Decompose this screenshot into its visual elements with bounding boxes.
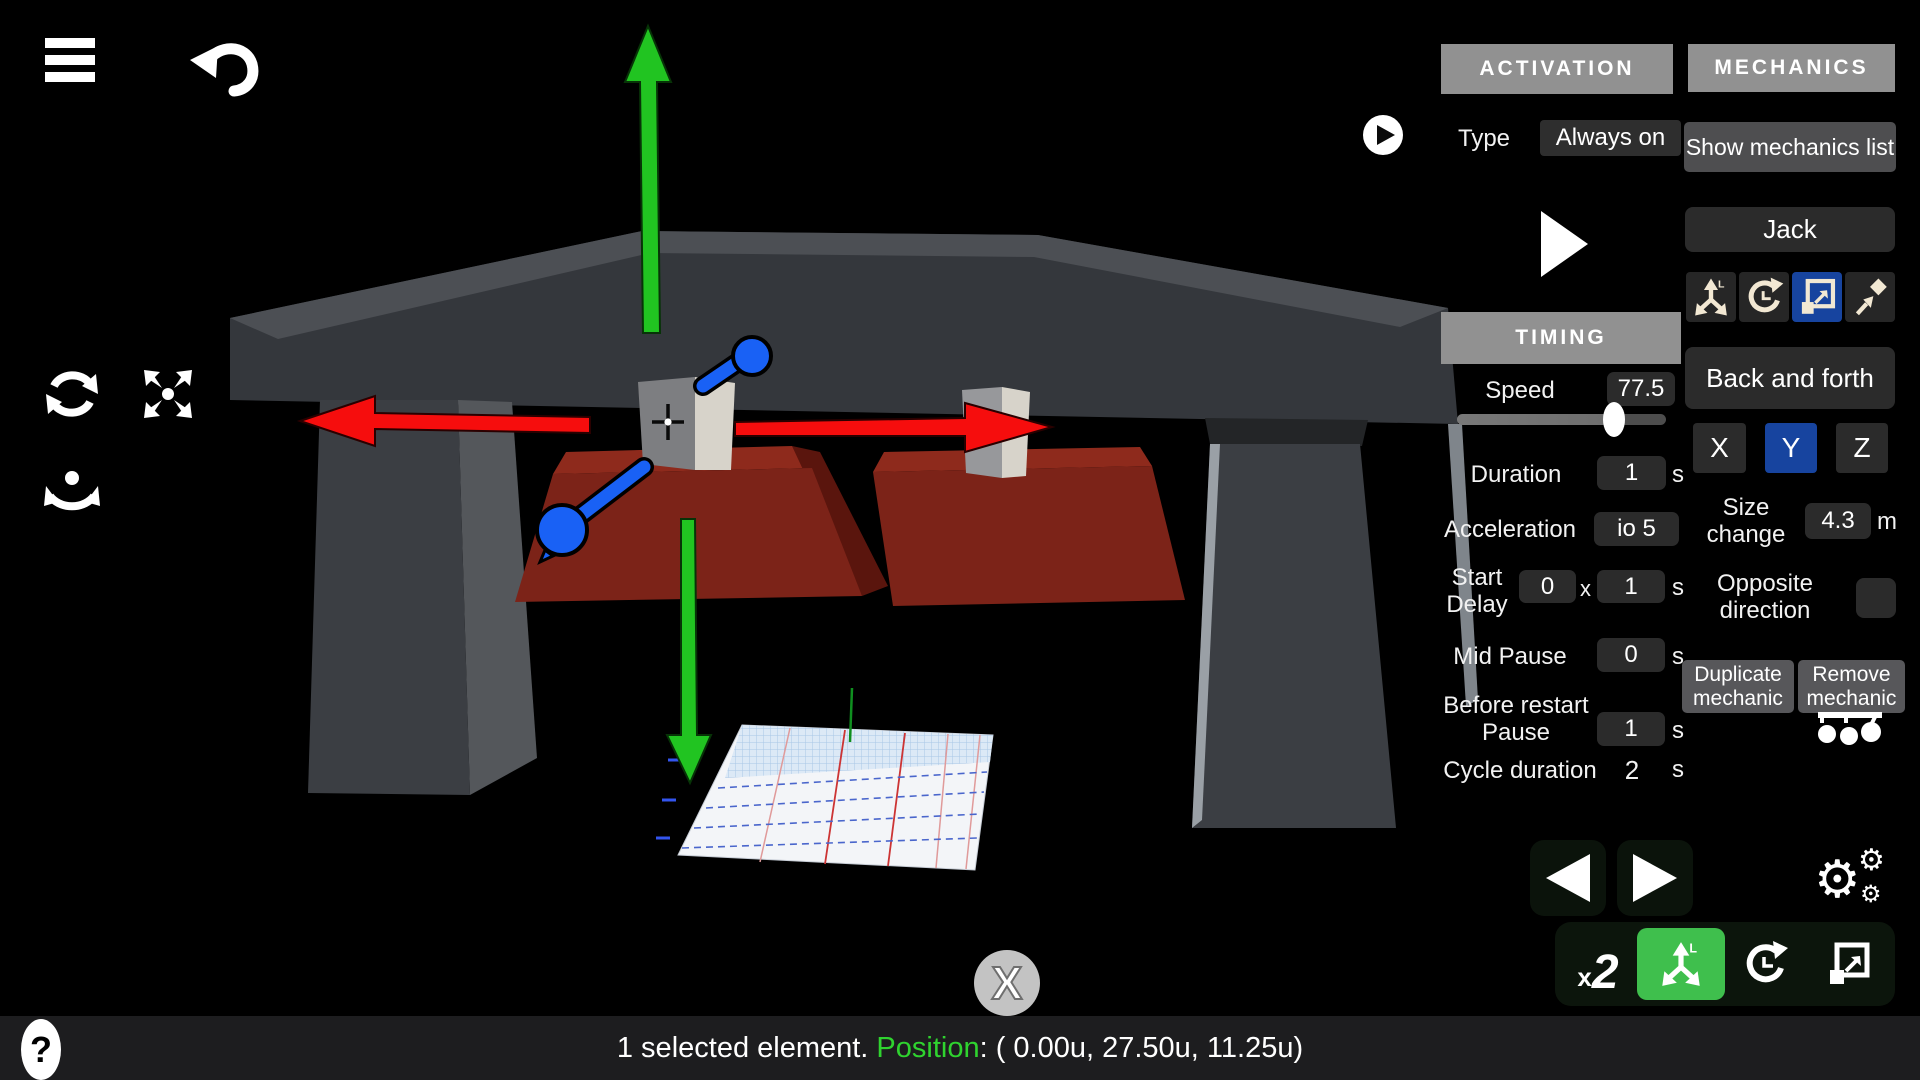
mid-pause-label: Mid Pause <box>1428 640 1592 672</box>
start-delay-times: x <box>1580 572 1591 605</box>
selection-count-text: 1 selected element. <box>617 1032 877 1065</box>
cycle-duration-value: 2 <box>1614 754 1650 786</box>
duration-value[interactable]: 1 <box>1597 456 1666 490</box>
acceleration-label: Acceleration <box>1428 512 1592 546</box>
axis-y-button[interactable]: Y <box>1765 423 1817 473</box>
activation-header: ACTIVATION <box>1441 44 1673 94</box>
mechanic-scale-tab[interactable] <box>1792 272 1842 322</box>
start-delay-value[interactable]: 1 <box>1597 570 1665 603</box>
mechanic-move-tab[interactable]: L <box>1686 272 1736 322</box>
speed-slider-thumb[interactable] <box>1603 402 1625 437</box>
play-overlay-icon[interactable] <box>1362 114 1404 156</box>
speed-value[interactable]: 77.5 <box>1607 372 1675 406</box>
size-change-label: Size change <box>1698 492 1794 550</box>
multiplier-prefix: x <box>1577 964 1591 997</box>
editor-screen: ACTIVATION MECHANICS Type Always on Show… <box>0 0 1920 1080</box>
rotate-view-icon[interactable] <box>42 364 102 424</box>
opposite-direction-checkbox[interactable] <box>1856 578 1896 618</box>
timing-header: TIMING <box>1441 312 1681 364</box>
table-leg-right-shadow <box>1205 418 1368 446</box>
rotate-tool-icon <box>1740 939 1790 989</box>
multiplier-button[interactable]: x2 <box>1561 931 1635 997</box>
deselect-button[interactable]: X <box>974 950 1040 1016</box>
play-mechanic-button[interactable] <box>1541 211 1591 279</box>
axis-z-button[interactable]: Z <box>1836 423 1888 473</box>
start-delay-repeats[interactable]: 0 <box>1519 570 1576 603</box>
center-view-icon[interactable] <box>136 362 200 426</box>
snap-mechanic-icon <box>1849 276 1891 318</box>
settings-gears-icon[interactable]: ⚙ ⚙ ⚙ <box>1814 846 1898 916</box>
axis-x-button[interactable]: X <box>1693 423 1746 473</box>
red-block-right-front[interactable] <box>873 466 1185 606</box>
rotate-mechanic-icon <box>1743 276 1785 318</box>
table-leg-right-front[interactable] <box>1192 444 1396 828</box>
multiplier-value: 2 <box>1592 949 1619 997</box>
undo-icon[interactable] <box>188 34 268 98</box>
scale-mechanic-icon <box>1796 276 1838 318</box>
size-change-unit: m <box>1877 505 1897 539</box>
table-leg-left-front[interactable] <box>308 400 470 795</box>
svg-text:L: L <box>1689 942 1697 956</box>
opposite-direction-label: Opposite direction <box>1700 568 1830 626</box>
show-mechanics-list-button[interactable]: Show mechanics list <box>1684 122 1896 172</box>
activation-type-button[interactable]: Always on <box>1540 120 1681 156</box>
acceleration-value[interactable]: io 5 <box>1594 512 1679 546</box>
toolbar-scale-button[interactable] <box>1813 931 1883 997</box>
move-mechanic-icon: L <box>1689 275 1733 319</box>
start-delay-label: Start Delay <box>1436 562 1518 620</box>
start-delay-unit: s <box>1672 571 1684 604</box>
speed-label: Speed <box>1458 374 1582 406</box>
move-tool-icon: L <box>1655 938 1707 990</box>
next-mechanic-button[interactable] <box>1617 840 1693 916</box>
size-change-value[interactable]: 4.3 <box>1805 503 1871 539</box>
type-label: Type <box>1448 120 1520 156</box>
before-restart-label: Before restart Pause <box>1420 690 1612 748</box>
remove-mechanic-button[interactable]: Remove mechanic <box>1798 660 1905 713</box>
toolbar-move-button[interactable]: L <box>1637 928 1725 1000</box>
status-bar: 1 selected element. Position : ( 0.00u, … <box>0 1016 1920 1080</box>
orbit-view-icon[interactable] <box>42 468 102 526</box>
mechanic-name-button[interactable]: Jack <box>1685 207 1895 252</box>
help-button[interactable]: ? <box>21 1019 61 1080</box>
scale-tool-icon <box>1823 939 1873 989</box>
svg-text:L: L <box>1718 278 1725 290</box>
mechanic-rotate-tab[interactable] <box>1739 272 1789 322</box>
duplicate-mechanic-button[interactable]: Duplicate mechanic <box>1682 660 1794 713</box>
duration-unit: s <box>1672 458 1684 492</box>
prev-icon <box>1546 854 1590 902</box>
mode-button[interactable]: Back and forth <box>1685 347 1895 409</box>
mid-pause-value[interactable]: 0 <box>1597 638 1665 672</box>
position-label: Position <box>876 1032 979 1065</box>
previous-mechanic-button[interactable] <box>1530 840 1606 916</box>
before-restart-unit: s <box>1672 714 1684 748</box>
position-value: : ( 0.00u, 27.50u, 11.25u) <box>980 1032 1304 1065</box>
cycle-duration-label: Cycle duration <box>1420 754 1620 786</box>
cycle-duration-unit: s <box>1672 754 1684 786</box>
hamburger-menu-icon[interactable] <box>45 36 97 84</box>
duration-label: Duration <box>1436 458 1596 490</box>
table-top-front-face[interactable] <box>230 231 1458 424</box>
pendulum-icon[interactable] <box>1814 707 1886 749</box>
speed-slider[interactable] <box>1457 414 1666 425</box>
next-icon <box>1633 854 1677 902</box>
mechanic-snap-tab[interactable] <box>1845 272 1895 322</box>
mechanics-header: MECHANICS <box>1688 44 1895 92</box>
before-restart-value[interactable]: 1 <box>1597 712 1665 746</box>
toolbar-rotate-button[interactable] <box>1733 931 1797 997</box>
transform-toolbar: x2 L <box>1555 922 1895 1006</box>
